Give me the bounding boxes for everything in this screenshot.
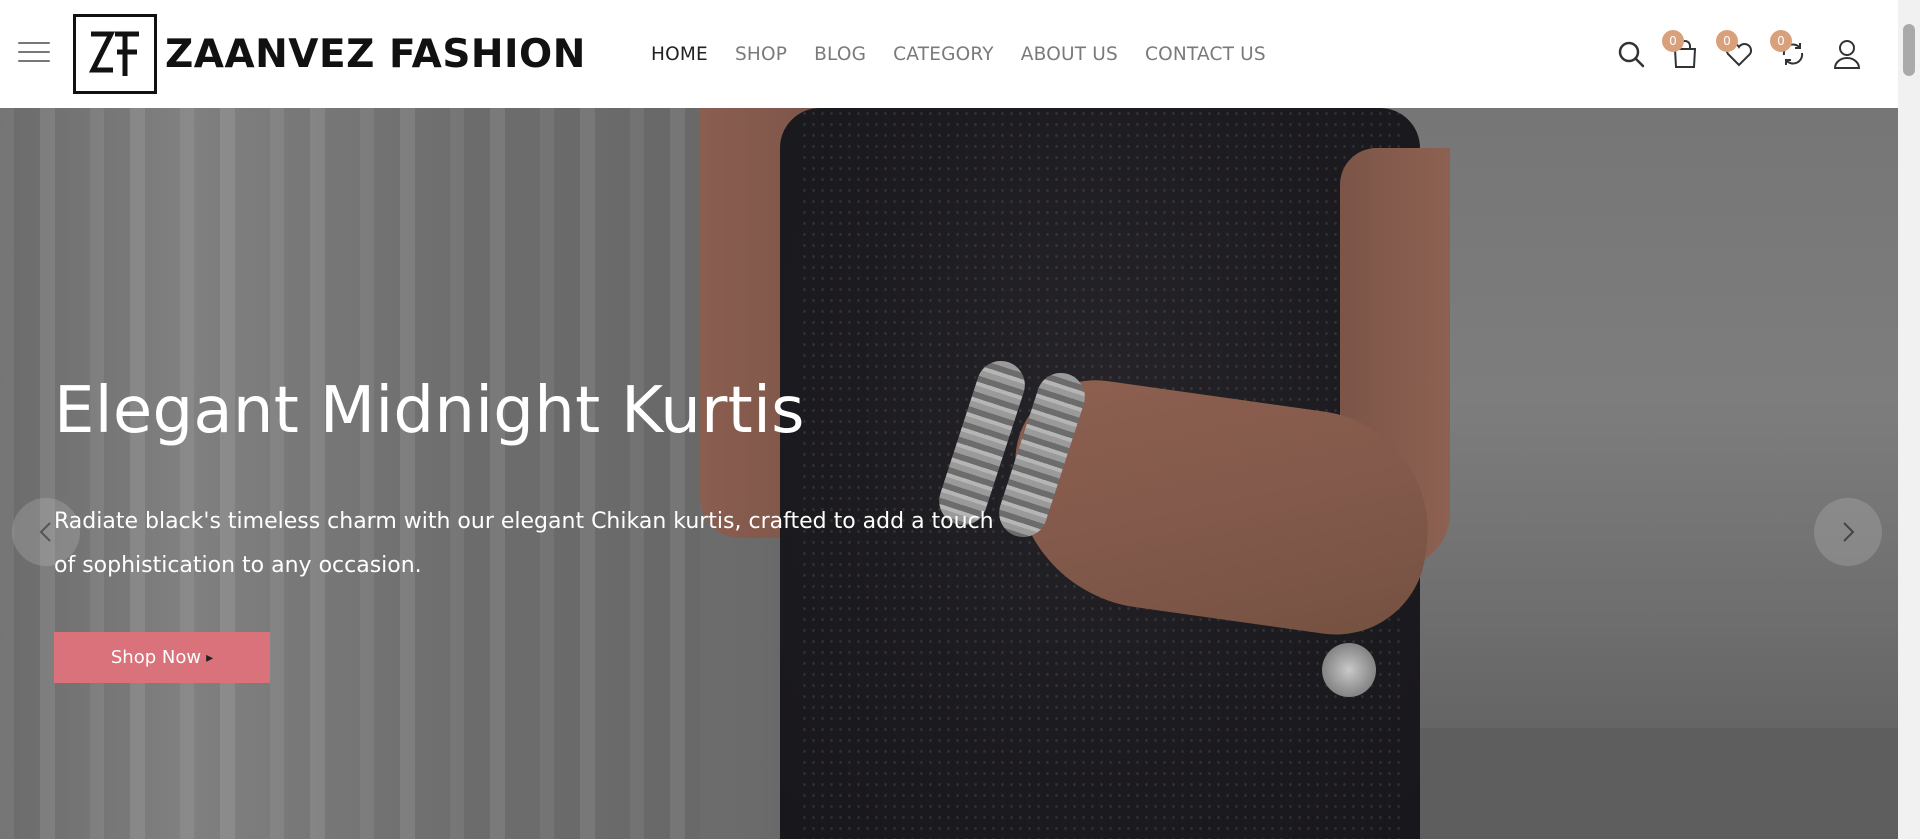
user-icon[interactable] xyxy=(1832,38,1862,70)
chevron-left-icon xyxy=(39,522,51,542)
brand-logo[interactable]: ZAANVEZ FASHION xyxy=(73,14,586,94)
search-icon[interactable] xyxy=(1616,38,1646,70)
hero-title: Elegant Midnight Kurtis xyxy=(54,374,805,448)
shop-now-button[interactable]: Shop Now ▸ xyxy=(54,632,270,683)
caret-right-icon: ▸ xyxy=(206,649,214,666)
page-scrollbar[interactable] xyxy=(1898,0,1920,839)
compare-button[interactable]: 0 xyxy=(1770,30,1808,70)
header-icons: 0 0 0 xyxy=(1616,0,1862,108)
ring xyxy=(1322,643,1376,697)
shop-now-label: Shop Now xyxy=(110,647,202,668)
nav-about-us[interactable]: ABOUT US xyxy=(1021,44,1118,65)
nav-shop[interactable]: SHOP xyxy=(735,44,787,65)
nav-home[interactable]: HOME xyxy=(651,44,708,65)
brand-name: ZAANVEZ FASHION xyxy=(165,31,586,77)
nav-contact-us[interactable]: CONTACT US xyxy=(1145,44,1266,65)
hero-slider: Elegant Midnight Kurtis Radiate black's … xyxy=(0,108,1898,839)
site-header: ZAANVEZ FASHION HOME SHOP BLOG CATEGORY … xyxy=(0,0,1898,108)
hamburger-menu-icon[interactable] xyxy=(18,42,50,64)
hero-background-curtain xyxy=(0,108,700,839)
nav-category[interactable]: CATEGORY xyxy=(893,44,994,65)
hero-description: Radiate black's timeless charm with our … xyxy=(54,509,994,578)
scrollbar-thumb[interactable] xyxy=(1903,24,1915,76)
slider-next-button[interactable] xyxy=(1814,498,1882,566)
logo-mark xyxy=(73,14,157,94)
wishlist-button[interactable]: 0 xyxy=(1716,30,1754,70)
hero-background-floor xyxy=(1420,728,1898,839)
cart-count-badge: 0 xyxy=(1662,30,1684,52)
main-nav: HOME SHOP BLOG CATEGORY ABOUT US CONTACT… xyxy=(651,0,1293,108)
chevron-right-icon xyxy=(1843,522,1855,542)
compare-count-badge: 0 xyxy=(1770,30,1792,52)
wishlist-count-badge: 0 xyxy=(1716,30,1738,52)
nav-blog[interactable]: BLOG xyxy=(814,44,866,65)
cart-button[interactable]: 0 xyxy=(1662,30,1700,70)
